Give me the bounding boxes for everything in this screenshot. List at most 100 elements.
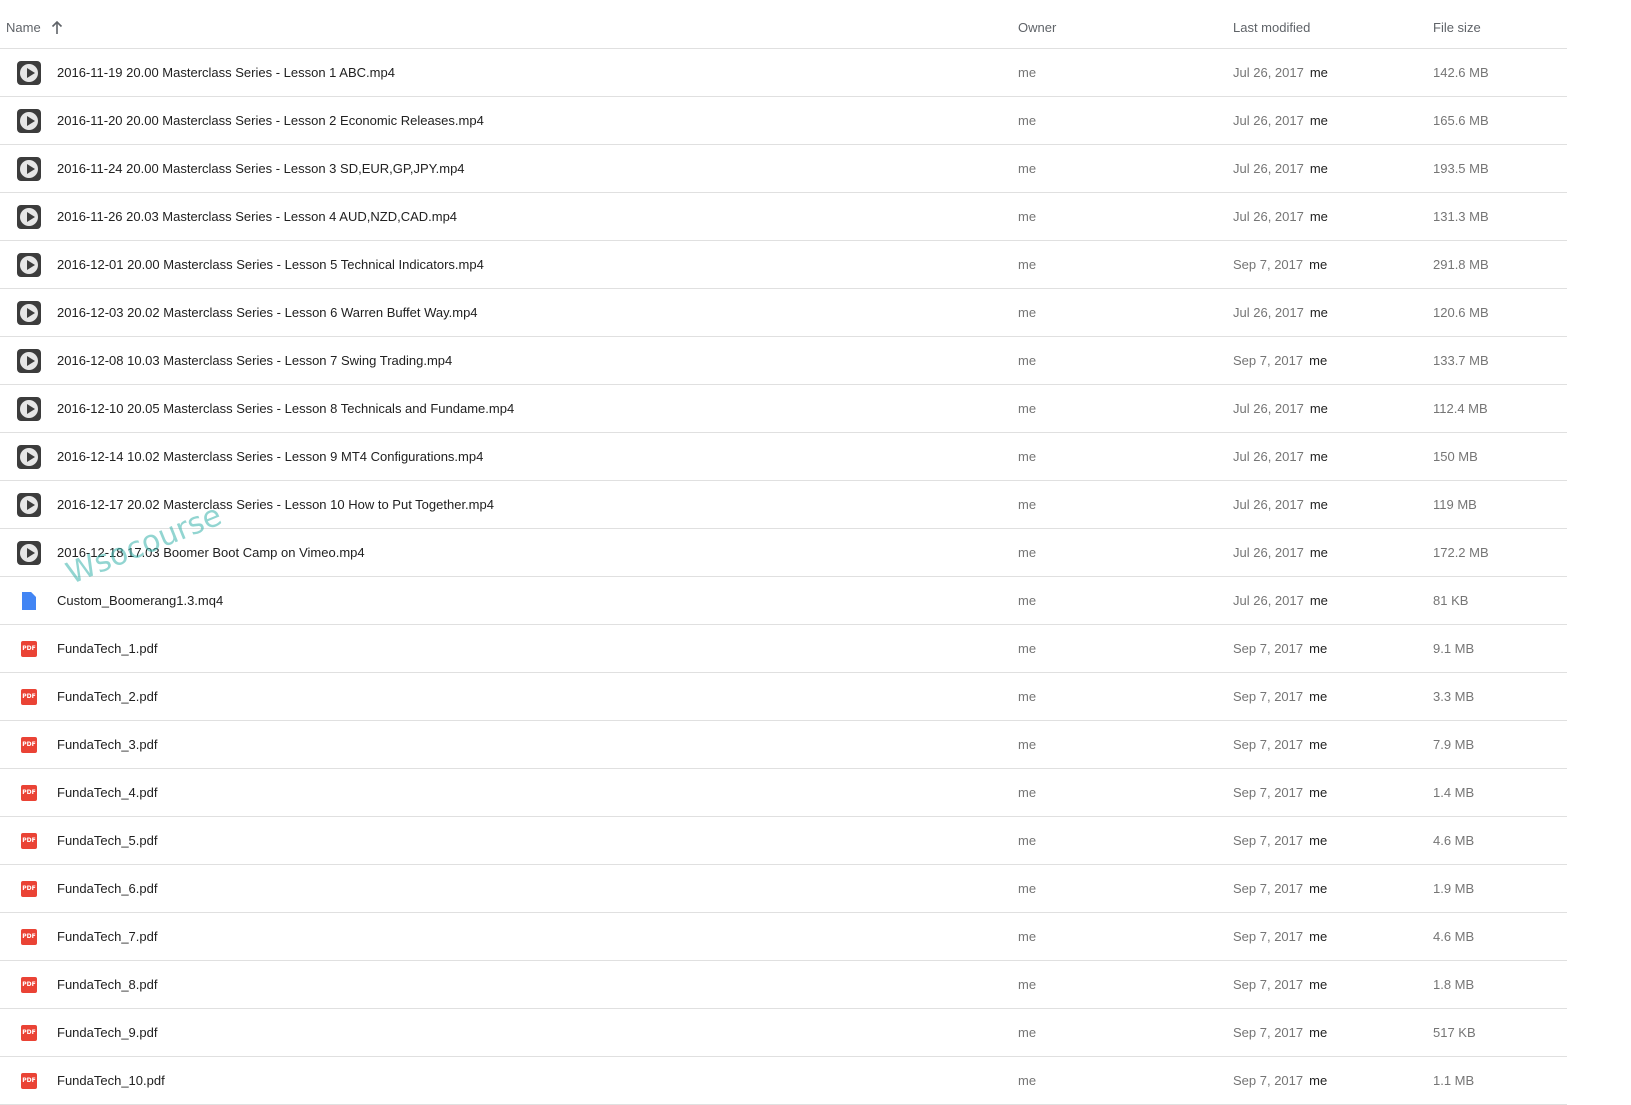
file-row[interactable]: PDF FundaTech_6.pdf me Sep 7, 2017 me 1.9 MB	[0, 865, 1567, 913]
modified-date: Sep 7, 2017	[1233, 353, 1304, 368]
modified-date: Sep 7, 2017	[1233, 785, 1304, 800]
file-row[interactable]: 2016-12-10 20.05 Masterclass Series - Le…	[0, 385, 1567, 433]
file-size: 193.5 MB	[1433, 161, 1489, 176]
file-last-modified: Jul 26, 2017 me	[1233, 401, 1328, 416]
file-name[interactable]: FundaTech_5.pdf	[57, 833, 157, 848]
column-header-row: Name Owner Last modified File size	[0, 0, 1567, 49]
file-owner: me	[1018, 641, 1037, 656]
file-name[interactable]: FundaTech_6.pdf	[57, 881, 157, 896]
file-owner: me	[1018, 305, 1037, 320]
file-name[interactable]: 2016-12-18 17.03 Boomer Boot Camp on Vim…	[57, 545, 365, 560]
file-name[interactable]: 2016-12-01 20.00 Masterclass Series - Le…	[57, 257, 484, 272]
file-size: 1.4 MB	[1433, 785, 1475, 800]
file-rows: 2016-11-19 20.00 Masterclass Series - Le…	[0, 49, 1567, 1105]
file-owner: me	[1018, 785, 1037, 800]
file-name[interactable]: 2016-11-19 20.00 Masterclass Series - Le…	[57, 65, 395, 80]
file-last-modified: Sep 7, 2017 me	[1233, 833, 1327, 848]
file-row[interactable]: PDF FundaTech_2.pdf me Sep 7, 2017 me 3.3 MB	[0, 673, 1567, 721]
pdf-icon: PDF	[17, 1021, 41, 1045]
file-size-column-header[interactable]: File size	[1433, 20, 1481, 35]
last-modified-column-header[interactable]: Last modified	[1233, 20, 1310, 35]
file-last-modified: Sep 7, 2017 me	[1233, 641, 1327, 656]
file-row[interactable]: PDF FundaTech_1.pdf me Sep 7, 2017 me 9.1 MB	[0, 625, 1567, 673]
file-name[interactable]: 2016-12-08 10.03 Masterclass Series - Le…	[57, 353, 452, 368]
file-row[interactable]: 2016-11-26 20.03 Masterclass Series - Le…	[0, 193, 1567, 241]
file-row[interactable]: 2016-12-01 20.00 Masterclass Series - Le…	[0, 241, 1567, 289]
modified-date: Sep 7, 2017	[1233, 1025, 1304, 1040]
modified-by: me	[1309, 545, 1328, 560]
file-row[interactable]: 2016-12-08 10.03 Masterclass Series - Le…	[0, 337, 1567, 385]
owner-column-header[interactable]: Owner	[1018, 20, 1056, 35]
file-name[interactable]: FundaTech_10.pdf	[57, 1073, 165, 1088]
file-name[interactable]: 2016-12-14 10.02 Masterclass Series - Le…	[57, 449, 483, 464]
video-icon	[17, 253, 41, 277]
file-name[interactable]: FundaTech_3.pdf	[57, 737, 157, 752]
file-size: 291.8 MB	[1433, 257, 1489, 272]
file-name[interactable]: FundaTech_9.pdf	[57, 1025, 157, 1040]
video-icon	[17, 397, 41, 421]
file-size: 119 MB	[1433, 497, 1477, 512]
file-row[interactable]: Custom_Boomerang1.3.mq4 me Jul 26, 2017 me 8…	[0, 577, 1567, 625]
file-last-modified: Sep 7, 2017 me	[1233, 1025, 1327, 1040]
pdf-icon: PDF	[17, 829, 41, 853]
video-icon	[17, 445, 41, 469]
file-name[interactable]: FundaTech_7.pdf	[57, 929, 157, 944]
file-last-modified: Sep 7, 2017 me	[1233, 257, 1327, 272]
modified-date: Jul 26, 2017	[1233, 65, 1304, 80]
file-name[interactable]: FundaTech_1.pdf	[57, 641, 157, 656]
file-name[interactable]: FundaTech_8.pdf	[57, 977, 157, 992]
file-owner: me	[1018, 1025, 1037, 1040]
file-row[interactable]: 2016-12-18 17.03 Boomer Boot Camp on Vim…	[0, 529, 1567, 577]
file-name[interactable]: Custom_Boomerang1.3.mq4	[57, 593, 223, 608]
file-name[interactable]: 2016-11-24 20.00 Masterclass Series - Le…	[57, 161, 465, 176]
modified-by: me	[1309, 497, 1328, 512]
file-row[interactable]: 2016-11-20 20.00 Masterclass Series - Le…	[0, 97, 1567, 145]
video-icon	[17, 301, 41, 325]
file-last-modified: Sep 7, 2017 me	[1233, 929, 1327, 944]
file-row[interactable]: PDF FundaTech_3.pdf me Sep 7, 2017 me 7.9 MB	[0, 721, 1567, 769]
file-row[interactable]: 2016-12-17 20.02 Masterclass Series - Le…	[0, 481, 1567, 529]
file-row[interactable]: PDF FundaTech_8.pdf me Sep 7, 2017 me 1.8 MB	[0, 961, 1567, 1009]
file-name[interactable]: 2016-12-10 20.05 Masterclass Series - Le…	[57, 401, 514, 416]
file-row[interactable]: PDF FundaTech_9.pdf me Sep 7, 2017 me 517 KB	[0, 1009, 1567, 1057]
file-size: 133.7 MB	[1433, 353, 1489, 368]
file-row[interactable]: PDF FundaTech_4.pdf me Sep 7, 2017 me 1.4 MB	[0, 769, 1567, 817]
file-owner: me	[1018, 449, 1037, 464]
file-name[interactable]: 2016-11-20 20.00 Masterclass Series - Le…	[57, 113, 484, 128]
file-name[interactable]: FundaTech_2.pdf	[57, 689, 157, 704]
file-size: 131.3 MB	[1433, 209, 1489, 224]
name-column-header[interactable]: Name	[6, 20, 63, 35]
video-icon	[17, 493, 41, 517]
file-last-modified: Jul 26, 2017 me	[1233, 497, 1328, 512]
file-row[interactable]: 2016-11-24 20.00 Masterclass Series - Le…	[0, 145, 1567, 193]
file-last-modified: Jul 26, 2017 me	[1233, 113, 1328, 128]
file-owner: me	[1018, 401, 1037, 416]
file-size: 142.6 MB	[1433, 65, 1489, 80]
file-owner: me	[1018, 881, 1037, 896]
file-name[interactable]: 2016-11-26 20.03 Masterclass Series - Le…	[57, 209, 457, 224]
file-owner: me	[1018, 545, 1037, 560]
modified-date: Jul 26, 2017	[1233, 401, 1304, 416]
modified-by: me	[1309, 689, 1328, 704]
sort-ascending-icon[interactable]	[51, 20, 63, 35]
file-size: 172.2 MB	[1433, 545, 1489, 560]
file-row[interactable]: 2016-11-19 20.00 Masterclass Series - Le…	[0, 49, 1567, 97]
file-last-modified: Sep 7, 2017 me	[1233, 353, 1327, 368]
file-list: Name Owner Last modified File size 2016-…	[0, 0, 1567, 1105]
file-row[interactable]: 2016-12-14 10.02 Masterclass Series - Le…	[0, 433, 1567, 481]
modified-by: me	[1309, 401, 1328, 416]
file-row[interactable]: PDF FundaTech_7.pdf me Sep 7, 2017 me 4.6 MB	[0, 913, 1567, 961]
file-name[interactable]: 2016-12-17 20.02 Masterclass Series - Le…	[57, 497, 494, 512]
file-owner: me	[1018, 65, 1037, 80]
pdf-icon: PDF	[17, 877, 41, 901]
file-last-modified: Jul 26, 2017 me	[1233, 449, 1328, 464]
file-size: 112.4 MB	[1433, 401, 1488, 416]
file-name[interactable]: FundaTech_4.pdf	[57, 785, 157, 800]
file-row[interactable]: 2016-12-03 20.02 Masterclass Series - Le…	[0, 289, 1567, 337]
file-name[interactable]: 2016-12-03 20.02 Masterclass Series - Le…	[57, 305, 478, 320]
modified-date: Sep 7, 2017	[1233, 737, 1304, 752]
modified-date: Sep 7, 2017	[1233, 641, 1304, 656]
video-icon	[17, 61, 41, 85]
file-row[interactable]: PDF FundaTech_5.pdf me Sep 7, 2017 me 4.6 MB	[0, 817, 1567, 865]
file-row[interactable]: PDF FundaTech_10.pdf me Sep 7, 2017 me 1.1 MB	[0, 1057, 1567, 1105]
